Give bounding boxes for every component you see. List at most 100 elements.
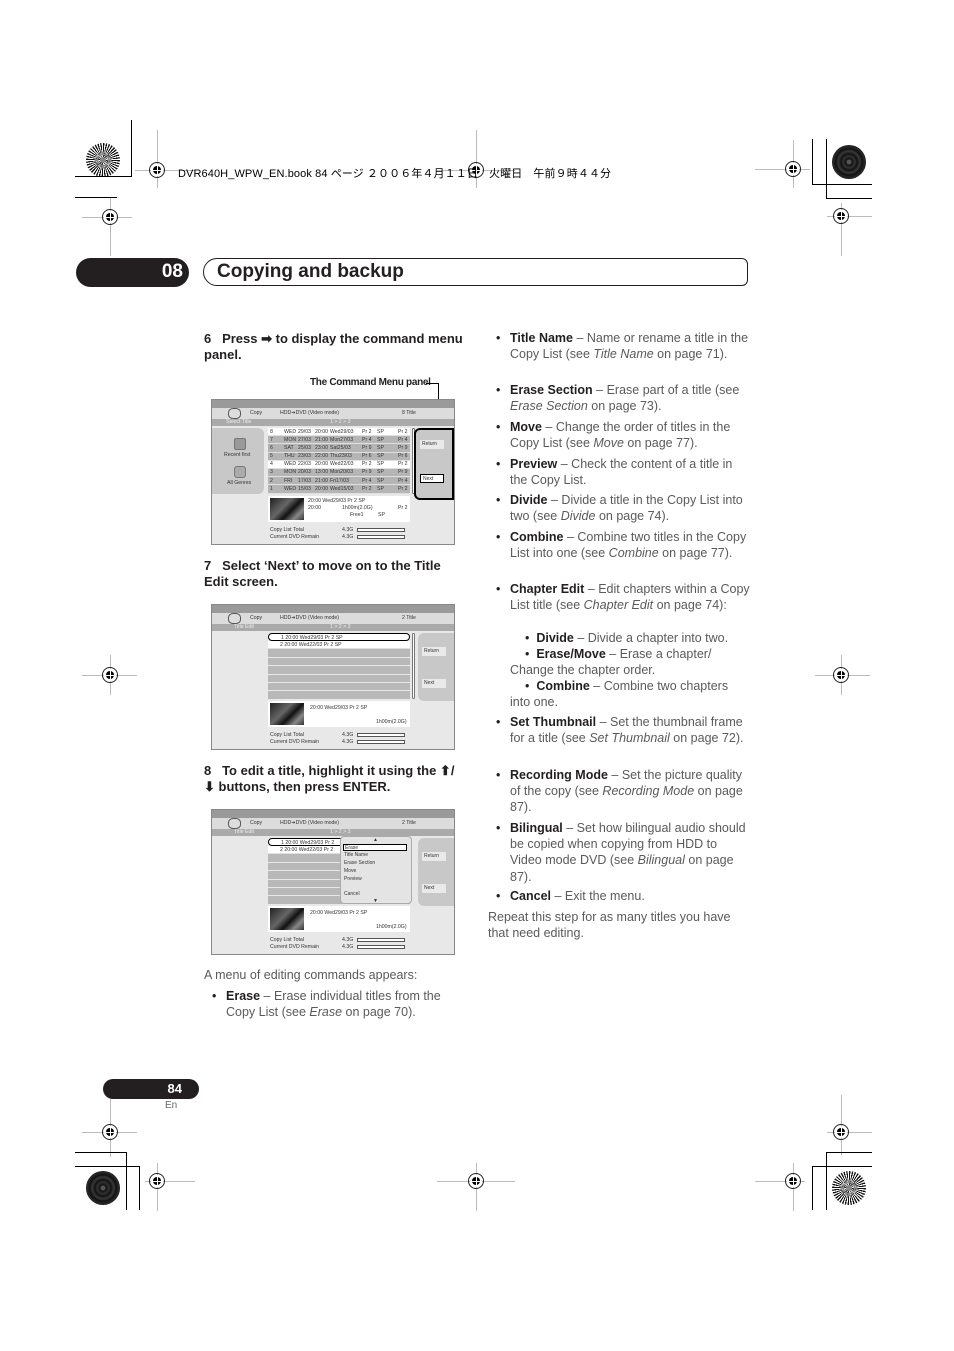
bullet-dot: • — [496, 768, 501, 782]
copy-logo-icon — [228, 613, 241, 624]
sort-recent-first[interactable]: Recent first — [224, 452, 250, 458]
menu-down-arrow-icon[interactable]: ▼ — [373, 898, 378, 904]
list-item[interactable]: 2 FRI 17/03 21:00 Fri17/03 Pr 4 SP Pr 4 — [268, 477, 410, 486]
list-item[interactable]: 1 WED 15/03 20:00 Wed15/03 Pr 2 SP Pr 2 — [268, 485, 410, 494]
list-item[interactable]: 7 MON 27/03 21:00 Mon27/03 Pr 4 SP Pr 4 — [268, 436, 410, 445]
recent-first-icon — [234, 438, 246, 450]
ref: Recording Mode — [602, 784, 695, 799]
closing-text: Repeat this step for as many titles you … — [488, 910, 731, 941]
menu-item-move[interactable]: Move — [344, 868, 356, 874]
term: Combine — [536, 679, 590, 693]
scrollbar[interactable] — [412, 633, 415, 699]
cell-ch2: Pr 2 — [398, 461, 408, 468]
cell-mode: SP — [377, 469, 384, 476]
cell-ch: Pr 4 — [362, 477, 372, 484]
tail: on page 70). — [342, 1005, 416, 1020]
return-button[interactable]: Return — [422, 647, 446, 656]
menu-item-erase-section[interactable]: Erase Section — [344, 860, 375, 866]
bullet-dot: • — [496, 889, 501, 903]
list-item[interactable]: 4 WED 22/03 20:00 Wed22/03 Pr 2 SP Pr 2 — [268, 460, 410, 469]
sub-bullet-combine: • Combine – Combine two chapters into on… — [510, 678, 750, 710]
term: Preview — [510, 457, 558, 471]
next-button[interactable]: Next — [420, 474, 444, 483]
registration-mark-icon — [785, 1173, 801, 1189]
chapter-title: Copying and backup — [217, 261, 404, 282]
cell-name: Mon20/03 — [330, 469, 354, 476]
bullet-divide: • Divide – Divide a title in the Copy Lis… — [496, 492, 750, 524]
term: Combine — [510, 530, 564, 544]
list-item[interactable]: 3 MON 20/03 13:00 Mon20/03 Pr 9 SP Pr 9 — [268, 468, 410, 478]
cell-date: 22/03 — [298, 461, 311, 468]
bullet-recording-mode: • Recording Mode – Set the picture qualit… — [496, 767, 750, 816]
copy-list-total-value: 4.3G — [342, 937, 354, 943]
term: Erase — [226, 989, 261, 1003]
ref: Erase Section — [510, 399, 588, 414]
osd-section: Select Title — [226, 419, 252, 425]
cell-ch2: Pr 2 — [398, 485, 408, 492]
menu-up-arrow-icon[interactable]: ▲ — [373, 837, 378, 843]
filter-all-genres[interactable]: All Genres — [227, 480, 251, 486]
menu-item-title-name[interactable]: Title Name — [344, 852, 368, 858]
term: Erase Section — [510, 383, 593, 397]
step-number: 6 — [204, 331, 212, 346]
cell-time: 20:00 — [315, 485, 328, 492]
tail: on page 74): — [653, 598, 727, 613]
osd-mode: Copy — [250, 410, 263, 416]
cell-name: Sat25/03 — [330, 444, 351, 451]
dvd-remain-label: Current DVD Remain — [270, 944, 320, 950]
cell-date: 25/03 — [298, 444, 311, 451]
bullet-dot: • — [496, 331, 501, 345]
osd-select-title-screen: Copy HDD➔DVD (Video mode) 8 Title Select… — [211, 399, 455, 545]
next-button[interactable]: Next — [422, 884, 446, 893]
cell-name: Wed15/03 — [330, 485, 354, 492]
ref: Combine — [608, 546, 659, 561]
dvd-remain-value: 4.3G — [342, 739, 354, 745]
copy-list-total-meter — [357, 528, 405, 532]
cell-name: Fri17/03 — [330, 477, 350, 484]
cell-date: 17/03 — [298, 477, 311, 484]
info-duration: 1h00m(2.0G) — [376, 924, 407, 930]
title-thumbnail — [270, 908, 304, 930]
step-6: 6 Press ➡ to display the command menu pa… — [204, 331, 464, 363]
cell-mode: SP — [377, 428, 384, 435]
list-item[interactable]: 1 20:00 Wed29/03 Pr 2 SP — [268, 633, 410, 642]
ref: Chapter Edit — [583, 598, 654, 613]
bullet-cancel: • Cancel – Exit the menu. — [496, 888, 750, 904]
return-button[interactable]: Return — [422, 852, 446, 861]
cell-name: Mon27/03 — [330, 436, 354, 443]
menu-item-erase[interactable]: Erase — [343, 844, 407, 851]
menu-item-cancel[interactable]: Cancel — [344, 891, 360, 897]
cell-no: 2 — [270, 477, 273, 484]
osd-count: 8 Title — [402, 410, 416, 416]
copy-list-total-meter — [357, 938, 405, 942]
list-item[interactable]: 2 20:00 Wed22/03 Pr 2 SP — [268, 641, 410, 650]
cell-time: 20:00 — [315, 428, 328, 435]
copy-list-total-value: 4.3G — [342, 527, 354, 533]
row-text: 2 20:00 Wed22/03 Pr 2 — [280, 846, 334, 853]
title-info: 20:00 Wed29/03 Pr 2 SP 20:00 1h00m(2.0G)… — [268, 496, 410, 522]
tail: on page 77). — [658, 546, 733, 561]
step-number: 8 — [204, 763, 212, 778]
list-item[interactable]: 8 WED 29/03 20:00 Wed29/03 Pr 2 SP Pr 2 — [268, 428, 410, 437]
bullet-combine: • Combine – Combine two titles in the Cop… — [496, 529, 750, 561]
next-button[interactable]: Next — [422, 679, 446, 688]
bullet-title-name: • Title Name – Name or rename a title in … — [496, 330, 750, 362]
cell-ch: Pr 2 — [362, 461, 372, 468]
cell-ch2: Pr 2 — [398, 428, 408, 435]
cell-no: 6 — [270, 444, 273, 451]
osd-count: 2 Title — [402, 615, 416, 621]
ref: Title Name — [593, 347, 654, 362]
bullet-preview: • Preview – Check the content of a title … — [496, 456, 750, 488]
cell-date: 20/03 — [298, 469, 311, 476]
bullet-dot: • — [525, 679, 537, 693]
menu-item-preview[interactable]: Preview — [344, 876, 362, 882]
cell-ch2: Pr 9 — [398, 469, 408, 476]
edit-command-menu: ▲ Erase Title Name Erase Section Move Pr… — [340, 836, 412, 904]
return-button[interactable]: Return — [420, 440, 444, 449]
list-item[interactable]: 6 SAT 25/03 23:00 Sat25/03 Pr 9 SP Pr 9 — [268, 444, 410, 453]
cell-date: 15/03 — [298, 485, 311, 492]
list-item[interactable]: 5 THU 23/03 22:00 Thu23/03 Pr 6 SP Pr 6 — [268, 452, 410, 461]
bullet-chapter-edit: • Chapter Edit – Edit chapters within a C… — [496, 581, 750, 613]
cell-date: 29/03 — [298, 428, 311, 435]
term: Recording Mode — [510, 768, 608, 782]
